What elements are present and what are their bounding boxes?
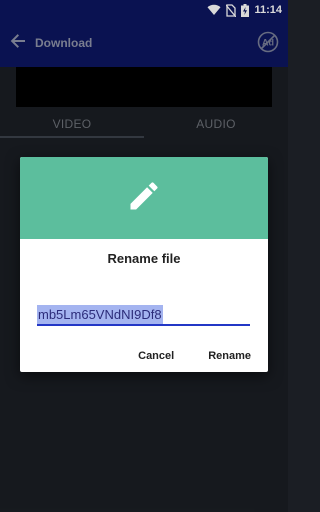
cancel-button[interactable]: Cancel [138, 350, 174, 362]
dialog-actions: Cancel Rename [138, 350, 251, 362]
rename-input-value: mb5Lm65VNdNI9Df8 [37, 305, 163, 324]
dialog-title: Rename file [107, 251, 181, 266]
rename-dialog: Rename file mb5Lm65VNdNI9Df8 Cancel Rena… [20, 157, 268, 372]
rename-button[interactable]: Rename [208, 350, 251, 362]
pencil-icon [126, 178, 162, 219]
rename-input[interactable]: mb5Lm65VNdNI9Df8 [37, 303, 250, 326]
dialog-header [20, 157, 268, 239]
